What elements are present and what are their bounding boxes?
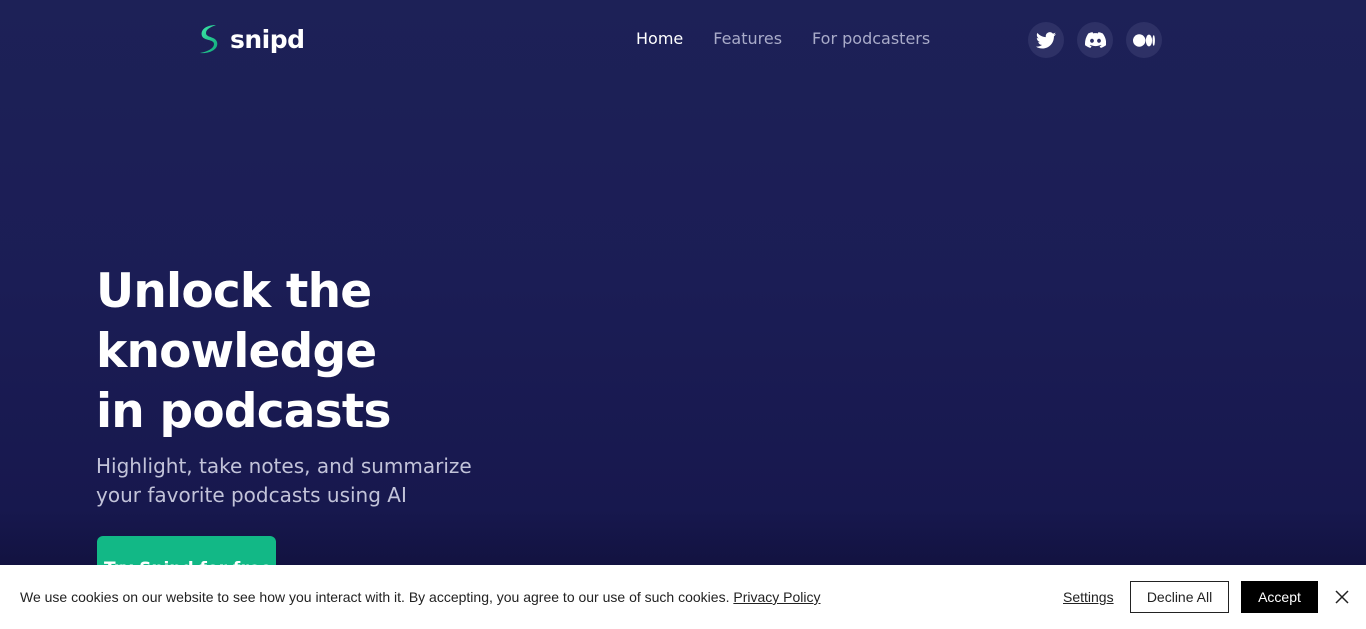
medium-link[interactable] — [1126, 22, 1162, 58]
hero-title-line-2: knowledge — [96, 324, 377, 379]
social-links — [1028, 22, 1162, 58]
twitter-link[interactable] — [1028, 22, 1064, 58]
logo-text: snipd — [230, 24, 305, 54]
twitter-icon — [1036, 31, 1056, 48]
accept-button[interactable]: Accept — [1241, 581, 1318, 613]
nav-features[interactable]: Features — [713, 29, 782, 48]
hero-section: Unlock the knowledge in podcasts Highlig… — [96, 262, 576, 510]
hero-subtitle: Highlight, take notes, and summarize you… — [96, 454, 472, 507]
cookie-banner: We use cookies on our website to see how… — [0, 565, 1366, 629]
decline-all-button[interactable]: Decline All — [1130, 581, 1229, 613]
snipd-logo-icon — [200, 25, 218, 54]
cookie-settings-link[interactable]: Settings — [1063, 589, 1114, 605]
close-icon[interactable] — [1334, 589, 1350, 605]
site-header: snipd Home Features For podcasters — [0, 0, 1366, 80]
medium-icon — [1133, 33, 1155, 47]
hero-title: Unlock the knowledge in podcasts — [96, 262, 576, 442]
cookie-message: We use cookies on our website to see how… — [20, 589, 821, 605]
main-nav: Home Features For podcasters — [636, 29, 930, 48]
logo[interactable]: snipd — [196, 24, 305, 54]
nav-home[interactable]: Home — [636, 29, 683, 48]
privacy-policy-link[interactable]: Privacy Policy — [733, 589, 820, 605]
hero-title-line-3: in podcasts — [96, 384, 392, 439]
discord-link[interactable] — [1077, 22, 1113, 58]
nav-for-podcasters[interactable]: For podcasters — [812, 29, 930, 48]
cookie-text: We use cookies on our website to see how… — [20, 589, 730, 605]
discord-icon — [1084, 32, 1106, 48]
hero-title-line-1: Unlock the — [96, 264, 372, 319]
